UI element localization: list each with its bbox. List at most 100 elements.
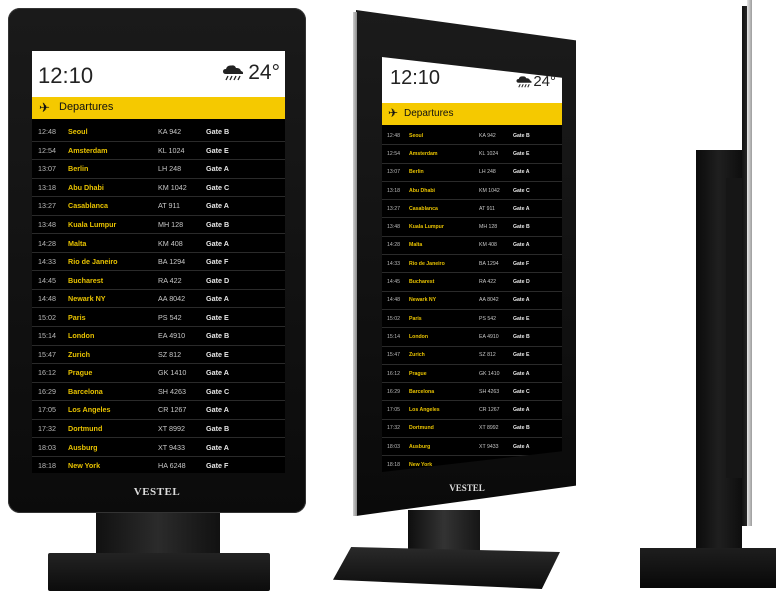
destination: Paris: [68, 312, 86, 322]
flight-number: KA 942: [158, 127, 182, 137]
destination: Prague: [68, 368, 93, 378]
destination: Bucharest: [409, 279, 435, 286]
flight-number: KM 1042: [158, 182, 187, 192]
destination: Seoul: [68, 127, 88, 137]
flight-number: KL 1024: [479, 150, 499, 157]
destination: Rio de Janeiro: [409, 260, 445, 267]
table-row: 12:54 Amsterdam KL 1024 Gate E: [382, 145, 562, 164]
destination: Paris: [409, 315, 422, 322]
flight-number: KA 942: [479, 132, 496, 139]
departure-time: 14:48: [38, 294, 56, 304]
departure-time: 13:48: [38, 220, 56, 229]
table-row: 18:18 New York HA 6248 Gate F: [32, 457, 285, 473]
gate: Gate B: [513, 224, 530, 231]
departure-time: 14:45: [387, 279, 400, 286]
gate: Gate C: [513, 388, 530, 395]
departure-time: 12:54: [387, 150, 400, 157]
departure-time: 13:07: [38, 164, 56, 174]
table-row: 15:47 Zurich SZ 812 Gate E: [382, 347, 562, 365]
flight-number: RA 422: [479, 279, 497, 286]
gate: Gate C: [206, 386, 230, 396]
departure-time: 12:54: [38, 145, 56, 155]
front-header: 12:10 24°: [32, 51, 285, 97]
destination: Dortmund: [409, 425, 434, 432]
departure-time: 18:18: [38, 461, 56, 471]
table-row: 13:27 Casablanca AT 911 Gate A: [32, 197, 285, 216]
destination: Rio de Janeiro: [68, 257, 118, 267]
destination: Prague: [409, 370, 427, 377]
table-row: 15:02 Paris PS 542 Gate E: [32, 308, 285, 328]
flight-number: RA 422: [158, 275, 182, 285]
gate: Gate F: [206, 461, 229, 471]
departure-time: 17:05: [387, 407, 400, 414]
table-row: 18:03 Ausburg XT 9433 Gate A: [32, 438, 285, 457]
flight-number: MH 128: [158, 220, 184, 229]
table-row: 18:03 Ausburg XT 9433 Gate A: [382, 438, 562, 457]
destination: Berlin: [409, 169, 424, 176]
table-row: 13:07 Berlin LH 248 Gate A: [382, 164, 562, 182]
gate: Gate A: [513, 407, 530, 414]
flight-number: KM 408: [479, 242, 497, 249]
departure-time: 13:07: [387, 169, 400, 176]
angled-display: 12:10 24° ✈ Departures 12:48 Seoul KA 942 G…: [333, 10, 578, 589]
destination: Seoul: [409, 132, 424, 139]
departure-time: 14:28: [387, 242, 400, 249]
departure-time: 18:03: [387, 443, 400, 450]
temperature: 24°: [248, 61, 280, 84]
stand-neck: [408, 510, 480, 554]
gate: Gate A: [513, 205, 530, 212]
destination: Ausburg: [409, 443, 431, 450]
flight-number: LH 248: [479, 169, 496, 176]
flight-number: XT 9433: [158, 442, 186, 452]
gate: Gate E: [513, 352, 530, 359]
departure-time: 12:48: [38, 127, 56, 137]
gate: Gate A: [206, 164, 229, 174]
departure-time: 18:18: [387, 461, 400, 468]
departure-time: 14:33: [387, 260, 400, 267]
destination: New York: [68, 461, 101, 471]
destination: London: [68, 331, 95, 341]
table-row: 13:27 Casablanca AT 911 Gate A: [382, 200, 562, 219]
departure-time: 16:29: [38, 386, 56, 396]
flight-number: AT 911: [479, 205, 495, 212]
gate: Gate C: [206, 182, 230, 192]
table-row: 14:45 Bucharest RA 422 Gate D: [382, 273, 562, 292]
flight-number: SZ 812: [479, 352, 496, 359]
gate: Gate E: [513, 150, 530, 157]
flight-number: KM 408: [158, 238, 183, 248]
table-row: 17:05 Los Angeles CR 1267 Gate A: [32, 401, 285, 420]
flight-number: SH 4263: [158, 386, 186, 396]
destination: Newark NY: [68, 294, 106, 304]
flight-number: XT 8992: [158, 424, 186, 434]
table-row: 14:28 Malta KM 408 Gate A: [32, 234, 285, 253]
departure-time: 12:48: [387, 132, 400, 139]
table-row: 14:48 Newark NY AA 8042 Gate A: [382, 292, 562, 310]
departure-time: 13:27: [387, 205, 400, 212]
flight-number: LH 248: [158, 164, 182, 174]
gate: Gate E: [206, 349, 229, 359]
flight-number: SZ 812: [158, 349, 182, 359]
destination: Newark NY: [409, 297, 437, 304]
destination: Barcelona: [68, 386, 103, 396]
table-row: 13:18 Abu Dhabi KM 1042 Gate C: [32, 179, 285, 198]
flight-number: XT 9433: [479, 443, 499, 450]
gate: Gate E: [206, 312, 229, 322]
departure-time: 16:12: [387, 370, 400, 377]
destination: Amsterdam: [68, 145, 108, 155]
flight-number: SH 4263: [479, 388, 500, 395]
flight-number: AA 8042: [158, 294, 186, 304]
gate: Gate B: [206, 127, 230, 137]
table-row: 17:32 Dortmund XT 8992 Gate B: [32, 420, 285, 439]
departure-time: 17:32: [38, 424, 56, 434]
table-row: 14:33 Rio de Janeiro BA 1294 Gate F: [32, 253, 285, 272]
gate: Gate E: [513, 315, 530, 322]
table-row: 13:18 Abu Dhabi KM 1042 Gate C: [382, 182, 562, 201]
table-row: 16:12 Prague GK 1410 Gate A: [382, 365, 562, 384]
destination: Los Angeles: [68, 405, 111, 415]
destination: Kuala Lumpur: [409, 224, 444, 231]
flight-number: CR 1267: [158, 405, 187, 415]
destination: Abu Dhabi: [68, 182, 104, 192]
departure-time: 15:47: [38, 349, 56, 359]
gate: Gate F: [513, 260, 530, 267]
flight-number: GK 1410: [479, 370, 500, 377]
